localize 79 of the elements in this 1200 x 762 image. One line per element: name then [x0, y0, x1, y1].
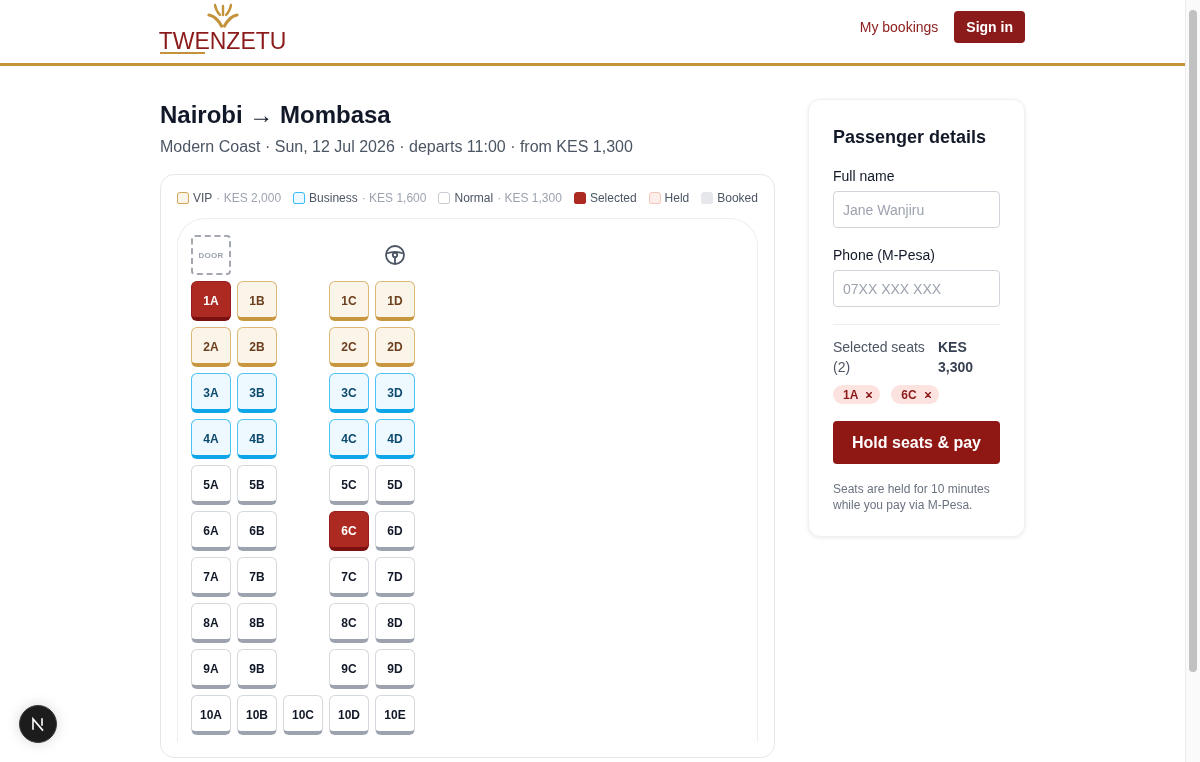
seat-button[interactable]: 5B: [237, 465, 277, 505]
seat-button[interactable]: 7B: [237, 557, 277, 597]
seat-button[interactable]: 8A: [191, 603, 231, 643]
hold-note: Seats are held for 10 minutes while you pay via M-Pesa.: [833, 481, 991, 513]
seat-button[interactable]: 10E: [375, 695, 415, 735]
legend-price: · KES 2,000: [216, 191, 282, 205]
seat-button[interactable]: 2A: [191, 327, 231, 367]
seat-button[interactable]: 3D: [375, 373, 415, 413]
legend-label: Selected: [589, 191, 637, 205]
seat-button[interactable]: 5D: [375, 465, 415, 505]
seat-button[interactable]: 1C: [329, 281, 369, 321]
seat-button[interactable]: 5C: [329, 465, 369, 505]
seat-button[interactable]: 10B: [237, 695, 277, 735]
door-marker: DOOR: [191, 235, 231, 275]
seat-button[interactable]: 1D: [375, 281, 415, 321]
steering-wheel-icon: [385, 245, 405, 265]
nav-link[interactable]: My bookings: [859, 19, 939, 35]
seat-chip[interactable]: 6C: [891, 385, 939, 404]
seat-button[interactable]: 4A: [191, 419, 231, 459]
seat-button[interactable]: 2B: [237, 327, 277, 367]
seat-button[interactable]: 5A: [191, 465, 231, 505]
legend-price: · KES 1,600: [361, 191, 427, 205]
close-icon[interactable]: [924, 391, 931, 398]
legend-label: Booked: [717, 191, 758, 205]
seat-button[interactable]: 4B: [237, 419, 277, 459]
close-icon[interactable]: [866, 391, 873, 398]
seat-button[interactable]: 3C: [329, 373, 369, 413]
seat-button[interactable]: 9A: [191, 649, 231, 689]
seat-swatch-icon: [648, 192, 661, 204]
seat-button[interactable]: 2D: [375, 327, 415, 367]
seat-swatch-icon: [438, 192, 451, 204]
panel-title: Passenger details: [833, 126, 988, 149]
trip-subtitle: Modern Coast · Sun, 12 Jul 2026 · departs 11:00 · from KES 1,300: [160, 137, 634, 157]
seat-button[interactable]: 8B: [237, 603, 277, 643]
sign-in-button[interactable]: Sign in: [954, 11, 1025, 43]
dev-tools-button[interactable]: [19, 705, 57, 743]
seat-button[interactable]: 1B: [237, 281, 277, 321]
trip-title: Nairobi → Mombasa: [160, 100, 392, 130]
total-price: KES 3,300: [938, 338, 975, 377]
field-label: Full name: [833, 167, 896, 186]
legend-price: · KES 1,300: [497, 191, 562, 205]
seat-button[interactable]: 6C: [329, 511, 369, 551]
seat-button[interactable]: 7A: [191, 557, 231, 597]
hold-seats-button[interactable]: Hold seats & pay: [833, 421, 1000, 464]
legend-label: Normal: [454, 191, 494, 205]
field-label: Phone (M-Pesa): [833, 246, 936, 265]
input-field[interactable]: 07XX XXX XXX: [833, 270, 1000, 307]
seat-button[interactable]: 6D: [375, 511, 415, 551]
legend-label: Business: [309, 191, 358, 205]
seat-chip[interactable]: 1A: [833, 385, 881, 404]
seat-button[interactable]: 6A: [191, 511, 231, 551]
seat-swatch-icon: [293, 192, 306, 204]
seat-button[interactable]: 10D: [329, 695, 369, 735]
seat-button[interactable]: 8D: [375, 603, 415, 643]
seat-button[interactable]: 3A: [191, 373, 231, 413]
scrollbar-thumb[interactable]: [1189, 10, 1197, 672]
legend-label: VIP: [193, 191, 213, 205]
seat-button[interactable]: 7D: [375, 557, 415, 597]
seat-button[interactable]: 10C: [283, 695, 323, 735]
seat-button[interactable]: 4D: [375, 419, 415, 459]
seat-button[interactable]: 10A: [191, 695, 231, 735]
seat-button[interactable]: 1A: [191, 281, 231, 321]
seat-button[interactable]: 8C: [329, 603, 369, 643]
seat-button[interactable]: 9B: [237, 649, 277, 689]
seat-button[interactable]: 2C: [329, 327, 369, 367]
input-field[interactable]: Jane Wanjiru: [833, 191, 1000, 228]
seat-swatch-icon: [573, 192, 586, 204]
seat-button[interactable]: 9C: [329, 649, 369, 689]
legend-label: Held: [664, 191, 690, 205]
logo-wordmark[interactable]: TWENZETU: [158, 30, 287, 52]
n-mark-icon: [30, 716, 46, 732]
seat-button[interactable]: 7C: [329, 557, 369, 597]
seat-button[interactable]: 4C: [329, 419, 369, 459]
seat-button[interactable]: 3B: [237, 373, 277, 413]
seat-swatch-icon: [177, 192, 189, 204]
seat-button[interactable]: 6B: [237, 511, 277, 551]
selected-seats-label: Selected seats (2): [833, 338, 926, 377]
seat-button[interactable]: 9D: [375, 649, 415, 689]
seat-swatch-icon: [701, 192, 714, 204]
